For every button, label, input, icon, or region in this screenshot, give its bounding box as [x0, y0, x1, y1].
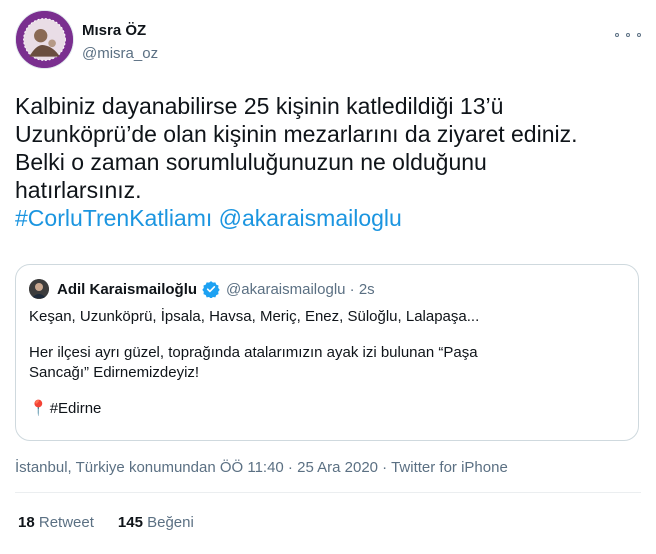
hashtag-link[interactable]: #CorluTrenKatliamı: [15, 205, 212, 231]
pin-icon: 📍: [29, 400, 48, 417]
author-handle[interactable]: @misra_oz: [82, 45, 158, 62]
tweet-text-line: Belki o zaman sorumluluğunuzun ne olduğu…: [15, 149, 487, 175]
tweet-header: Mısra ÖZ @misra_oz: [15, 10, 641, 70]
quoted-tweet-header: Adil Karaismailoğlu @akaraismailoglu · 2…: [29, 279, 375, 299]
tweet-client[interactable]: Twitter for iPhone: [391, 459, 508, 476]
quoted-tweet-text: Keşan, Uzunköprü, İpsala, Havsa, Meriç, …: [29, 307, 625, 419]
retweets-label: Retweet: [38, 514, 94, 531]
dot-icon: [626, 33, 630, 37]
tweet-location-time[interactable]: İstanbul, Türkiye konumundan ÖÖ 11:40 · …: [15, 459, 391, 476]
tweet-card: Mısra ÖZ @misra_oz Kalbiniz dayanabilirs…: [0, 0, 656, 554]
quoted-author-name: Adil Karaismailoğlu: [57, 280, 198, 298]
dot-icon: [637, 33, 641, 37]
likes-label: Beğeni: [147, 514, 194, 531]
quoted-handle-time: @akaraismailoglu · 2s: [226, 280, 375, 298]
mention-link[interactable]: @akaraismailoglu: [219, 205, 402, 231]
author-avatar[interactable]: [15, 10, 74, 69]
dot-icon: [615, 33, 619, 37]
quoted-hashtag-line: 📍 #Edirne: [29, 399, 625, 419]
author-name[interactable]: Mısra ÖZ: [82, 22, 146, 39]
retweets-stat[interactable]: 18 Retweet: [18, 514, 94, 531]
quoted-author-avatar: [29, 279, 49, 299]
tweet-meta: İstanbul, Türkiye konumundan ÖÖ 11:40 · …: [15, 459, 508, 476]
likes-stat[interactable]: 145 Beğeni: [118, 514, 194, 531]
divider: [15, 492, 641, 493]
avatar-image: [16, 11, 73, 68]
more-options-icon[interactable]: [615, 26, 641, 44]
avatar-image: [29, 279, 49, 299]
quoted-hashtag: #Edirne: [49, 400, 102, 417]
verified-badge-icon: [202, 281, 220, 298]
tweet-links-line: #CorluTrenKatliamı @akaraismailoglu: [15, 204, 645, 232]
quoted-text-line: Sancağı” Edirnemizdeyiz!: [29, 364, 200, 381]
quoted-tweet[interactable]: Adil Karaismailoğlu @akaraismailoglu · 2…: [15, 264, 639, 441]
tweet-stats: 18 Retweet 145 Beğeni: [18, 514, 194, 531]
tweet-text-line: Kalbiniz dayanabilirse 25 kişinin katled…: [15, 93, 504, 119]
quoted-text-line: Her ilçesi ayrı güzel, toprağında atalar…: [29, 344, 478, 361]
retweets-count: 18: [18, 514, 35, 531]
tweet-text: Kalbiniz dayanabilirse 25 kişinin katled…: [15, 92, 645, 232]
likes-count: 145: [117, 514, 143, 531]
tweet-text-line: Uzunköprü’de olan kişinin mezarlarını da…: [15, 121, 578, 147]
quoted-text-line: Keşan, Uzunköprü, İpsala, Havsa, Meriç, …: [29, 308, 480, 325]
tweet-text-line: hatırlarsınız.: [15, 177, 142, 203]
